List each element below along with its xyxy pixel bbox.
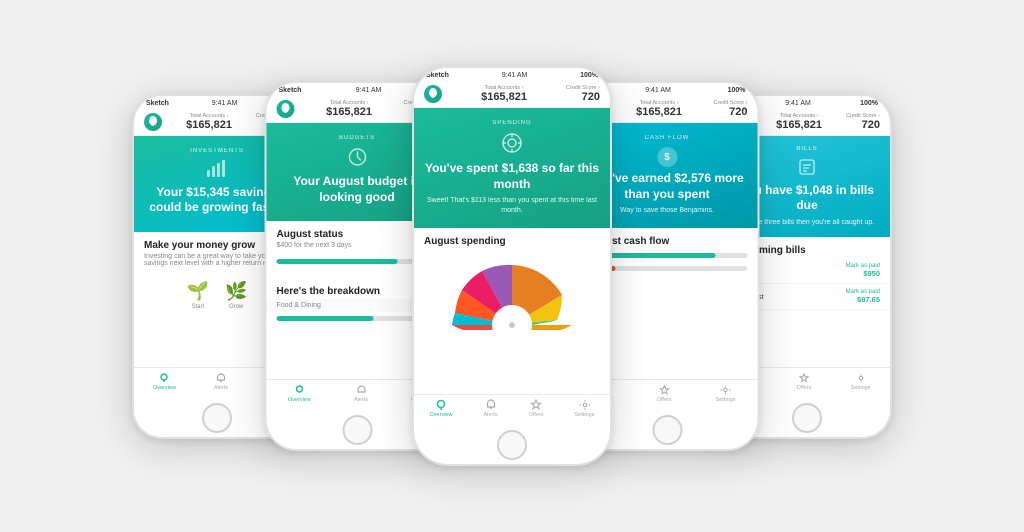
breakdown-fill [277, 316, 374, 321]
nav-overview[interactable]: Overview [288, 384, 311, 403]
nav-label-settings: Settings [716, 397, 736, 403]
alerts-icon [354, 384, 368, 396]
phones-container: Sketch 9:41 AM $1 Total Accounts › $165,… [0, 0, 1024, 532]
nav-offers[interactable]: Offers [797, 372, 812, 391]
nav-settings[interactable]: Settings [575, 399, 595, 418]
nav-offers[interactable]: Offers [529, 399, 544, 418]
overview-icon [157, 372, 171, 384]
invest-option-1[interactable]: 🌱 Start [187, 281, 209, 310]
home-button[interactable] [342, 415, 372, 445]
nav-overview[interactable]: Overview [430, 399, 453, 418]
offers-icon [797, 372, 811, 384]
nav-label-overview: Overview [430, 412, 453, 418]
accounts-amount: $165,821 [636, 106, 682, 118]
bottom-nav: Overview Alerts Offers [414, 394, 610, 424]
header-accounts[interactable]: Total Accounts › $165,821 [776, 113, 822, 131]
status-time: 9:41 AM [645, 87, 671, 94]
header-accounts[interactable]: Total Accounts › $165,821 [186, 113, 232, 131]
card-icon [424, 132, 600, 157]
alerts-icon [484, 399, 498, 411]
nav-settings[interactable]: Settings [716, 384, 736, 403]
invest-option-2[interactable]: 🌿 Grow [225, 281, 247, 310]
card-spending: SPENDING You've spent $1,638 so far this… [414, 108, 610, 228]
offers-icon [657, 384, 671, 396]
bill-amount-comcast: $87.65 [846, 295, 880, 304]
alerts-icon [214, 372, 228, 384]
nav-label-settings: Settings [851, 385, 871, 391]
nav-label-offers: Offers [529, 412, 544, 418]
status-time: 9:41 AM [785, 100, 811, 107]
status-carrier: Sketch [279, 87, 302, 94]
nav-offers[interactable]: Offers [657, 384, 672, 403]
card-label: SPENDING [424, 120, 600, 126]
phone-content: August spending [414, 228, 610, 394]
accounts-amount: $165,821 [186, 119, 232, 131]
nav-alerts[interactable]: Alerts [354, 384, 368, 403]
nav-label-overview: Overview [153, 385, 176, 391]
app-header: Total Accounts › $165,821 Credit Score ›… [414, 81, 610, 108]
status-time: 9:41 AM [356, 87, 382, 94]
status-bar: Sketch 9:41 AM 100% [414, 68, 610, 81]
header-accounts[interactable]: Total Accounts › $165,821 [326, 100, 372, 118]
status-time: 9:41 AM [212, 100, 238, 107]
overview-icon [292, 384, 306, 396]
status-battery: 100% [580, 72, 598, 79]
accounts-amount: $165,821 [481, 91, 527, 103]
accounts-amount: $165,821 [326, 106, 372, 118]
credit-score: 720 [566, 91, 600, 103]
home-button[interactable] [202, 403, 232, 433]
section-title: August spending [414, 228, 610, 249]
status-carrier: Sketch [426, 72, 449, 79]
nav-alerts[interactable]: Alerts [484, 399, 498, 418]
settings-icon [578, 399, 592, 411]
phone-spending: Sketch 9:41 AM 100% Total Accounts › $16… [412, 66, 612, 466]
status-carrier: Sketch [146, 100, 169, 107]
status-battery: 100% [728, 87, 746, 94]
nav-label-offers: Offers [797, 385, 812, 391]
nav-label-alerts: Alerts [354, 397, 368, 403]
offers-icon [529, 399, 543, 411]
nav-overview[interactable]: Overview [153, 372, 176, 391]
nav-label-settings: Settings [575, 412, 595, 418]
card-subtitle: Sweet! That's $113 less than you spent a… [424, 196, 600, 216]
bill-amount-rent: $950 [846, 269, 880, 278]
nav-label-alerts: Alerts [214, 385, 228, 391]
settings-icon [854, 372, 868, 384]
header-accounts[interactable]: Total Accounts › $165,821 [636, 100, 682, 118]
nav-settings[interactable]: Settings [851, 372, 871, 391]
credit-score: 720 [846, 119, 880, 131]
nav-label-overview: Overview [288, 397, 311, 403]
overview-icon [434, 399, 448, 411]
status-battery: 100% [860, 100, 878, 107]
app-logo [144, 113, 162, 131]
status-time: 9:41 AM [502, 72, 528, 79]
progress-fill [277, 259, 398, 264]
header-credit[interactable]: Credit Score › 720 [846, 113, 880, 131]
home-button[interactable] [497, 430, 527, 460]
card-title: You've spent $1,638 so far this month [424, 161, 600, 192]
home-button[interactable] [792, 403, 822, 433]
header-credit[interactable]: Credit Score › 720 [714, 100, 748, 118]
header-credit[interactable]: Credit Score › 720 [566, 85, 600, 103]
nav-alerts[interactable]: Alerts [214, 372, 228, 391]
settings-icon [719, 384, 733, 396]
pie-chart [414, 249, 610, 336]
nav-label-offers: Offers [657, 397, 672, 403]
app-logo [424, 85, 442, 103]
header-accounts[interactable]: Total Accounts › $165,821 [481, 85, 527, 103]
app-logo [277, 100, 295, 118]
home-button[interactable] [652, 415, 682, 445]
nav-label-alerts: Alerts [484, 412, 498, 418]
credit-score: 720 [714, 106, 748, 118]
accounts-amount: $165,821 [776, 119, 822, 131]
